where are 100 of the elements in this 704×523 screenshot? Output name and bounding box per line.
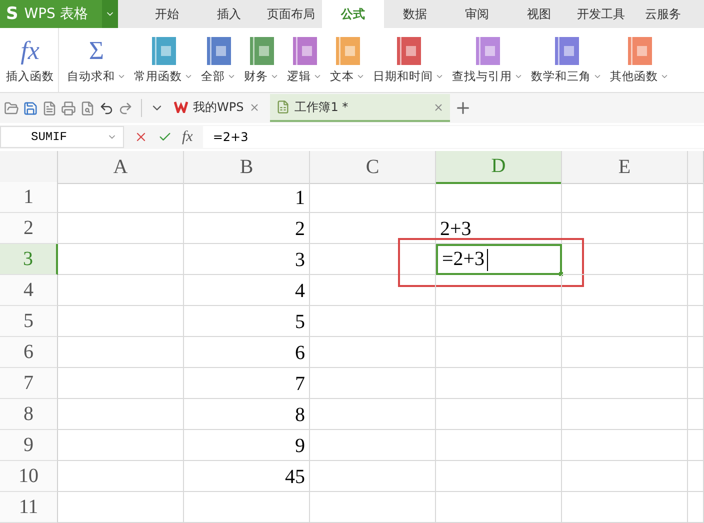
ribbon-tab[interactable]: 公式	[322, 0, 384, 28]
ribbon-tab[interactable]: 视图	[508, 0, 570, 28]
ribbon-button[interactable]: fx 插入函数	[2, 28, 59, 92]
row-header[interactable]: 6	[0, 337, 58, 368]
empty-cell[interactable]	[310, 306, 436, 337]
row-header[interactable]: 10	[0, 461, 58, 492]
ribbon-button[interactable]: 财务	[240, 28, 283, 92]
empty-cell[interactable]	[436, 182, 562, 213]
empty-cell[interactable]	[436, 461, 562, 492]
row-header[interactable]: 7	[0, 368, 58, 399]
ribbon-button[interactable]: 逻辑	[283, 28, 326, 92]
document-icon[interactable]	[42, 100, 57, 116]
table-cell: 6	[184, 337, 310, 368]
save-icon[interactable]	[23, 100, 38, 116]
ribbon-button[interactable]: 其他函数	[606, 28, 673, 92]
empty-cell[interactable]	[310, 368, 436, 399]
empty-cell[interactable]	[436, 492, 562, 523]
app-menu-button[interactable]	[102, 0, 118, 28]
document-tab[interactable]: 工作簿1 *	[270, 94, 450, 122]
ribbon-tab[interactable]: 审阅	[446, 0, 508, 28]
empty-cell[interactable]	[436, 275, 562, 306]
row-header[interactable]: 1	[0, 182, 58, 213]
empty-cell[interactable]	[436, 430, 562, 461]
row-header[interactable]: 4	[0, 275, 58, 306]
ribbon-button[interactable]: 常用函数	[130, 28, 197, 92]
formula-input[interactable]: =2+3	[202, 126, 704, 148]
empty-cell[interactable]	[688, 430, 704, 461]
print-icon[interactable]	[61, 100, 76, 116]
empty-cell[interactable]	[688, 461, 704, 492]
row-header[interactable]: 5	[0, 306, 58, 337]
empty-cell[interactable]	[562, 430, 688, 461]
empty-cell[interactable]	[436, 306, 562, 337]
empty-cell[interactable]	[436, 368, 562, 399]
ribbon-tab[interactable]: 插入	[198, 0, 260, 28]
ribbon-tab[interactable]: 开始	[136, 0, 198, 28]
document-tab[interactable]: 我的WPS	[168, 94, 266, 122]
cell-editor[interactable]: =2+3	[436, 244, 562, 275]
column-header[interactable]: D	[436, 151, 562, 184]
ribbon-button[interactable]: 查找与引用	[448, 28, 527, 92]
empty-cell[interactable]	[688, 244, 704, 275]
ribbon-tab[interactable]: 数据	[384, 0, 446, 28]
table-cell: 9	[184, 430, 310, 461]
ribbon-tab[interactable]: 开发工具	[570, 0, 632, 28]
empty-cell[interactable]	[562, 461, 688, 492]
empty-cell[interactable]	[562, 368, 688, 399]
empty-cell[interactable]	[562, 213, 688, 244]
empty-cell[interactable]	[562, 275, 688, 306]
empty-cell[interactable]	[562, 492, 688, 523]
cancel-icon[interactable]	[134, 130, 148, 144]
column-header[interactable]: C	[310, 151, 436, 184]
empty-cell[interactable]	[688, 275, 704, 306]
empty-cell[interactable]	[562, 337, 688, 368]
ribbon-button[interactable]: 日期和时间	[369, 28, 448, 92]
empty-cell[interactable]	[562, 182, 688, 213]
ribbon-button[interactable]: 全部	[197, 28, 240, 92]
empty-cell[interactable]	[688, 213, 704, 244]
empty-cell[interactable]	[310, 461, 436, 492]
ribbon-button[interactable]: 文本	[326, 28, 369, 92]
spreadsheet-icon	[276, 100, 290, 114]
column-header[interactable]: B	[184, 151, 310, 184]
empty-cell[interactable]	[436, 399, 562, 430]
empty-cell[interactable]	[310, 275, 436, 306]
empty-cell[interactable]	[310, 244, 436, 275]
fill-handle[interactable]	[559, 272, 563, 276]
open-folder-icon[interactable]	[4, 100, 19, 116]
empty-cell[interactable]	[310, 182, 436, 213]
empty-cell[interactable]	[688, 399, 704, 430]
row-header[interactable]: 8	[0, 399, 58, 430]
empty-cell[interactable]	[688, 306, 704, 337]
empty-cell[interactable]	[688, 492, 704, 523]
empty-cell[interactable]	[310, 430, 436, 461]
empty-cell[interactable]	[184, 492, 310, 523]
row-header[interactable]: 3	[0, 244, 58, 275]
row-header[interactable]: 9	[0, 430, 58, 461]
ribbon-label: 财务	[244, 68, 279, 84]
empty-cell[interactable]	[562, 399, 688, 430]
empty-cell[interactable]	[310, 337, 436, 368]
empty-cell[interactable]	[688, 337, 704, 368]
empty-cell[interactable]	[562, 306, 688, 337]
ribbon-button[interactable]: Σ 自动求和	[63, 28, 130, 92]
ribbon-tab[interactable]: 页面布局	[260, 0, 322, 28]
column-header[interactable]: A	[58, 151, 184, 184]
empty-cell[interactable]	[310, 492, 436, 523]
ribbon-button[interactable]: 数学和三角	[527, 28, 606, 92]
empty-cell[interactable]	[310, 213, 436, 244]
undo-icon[interactable]	[99, 100, 114, 116]
app-name: WPS 表格	[24, 5, 88, 23]
header-corner[interactable]	[0, 151, 58, 184]
empty-cell[interactable]	[436, 337, 562, 368]
empty-cell[interactable]	[310, 399, 436, 430]
empty-cell[interactable]	[688, 368, 704, 399]
empty-cell[interactable]	[562, 244, 688, 275]
row-header[interactable]: 2	[0, 213, 58, 244]
row-header[interactable]: 11	[0, 492, 58, 523]
column-header[interactable]: E	[562, 151, 688, 184]
ribbon-tab[interactable]: 云服务	[632, 0, 694, 28]
name-box[interactable]: SUMIF	[0, 126, 124, 148]
close-icon[interactable]	[248, 102, 260, 112]
insert-function-button[interactable]: fx	[182, 128, 193, 146]
close-icon[interactable]	[432, 102, 444, 112]
